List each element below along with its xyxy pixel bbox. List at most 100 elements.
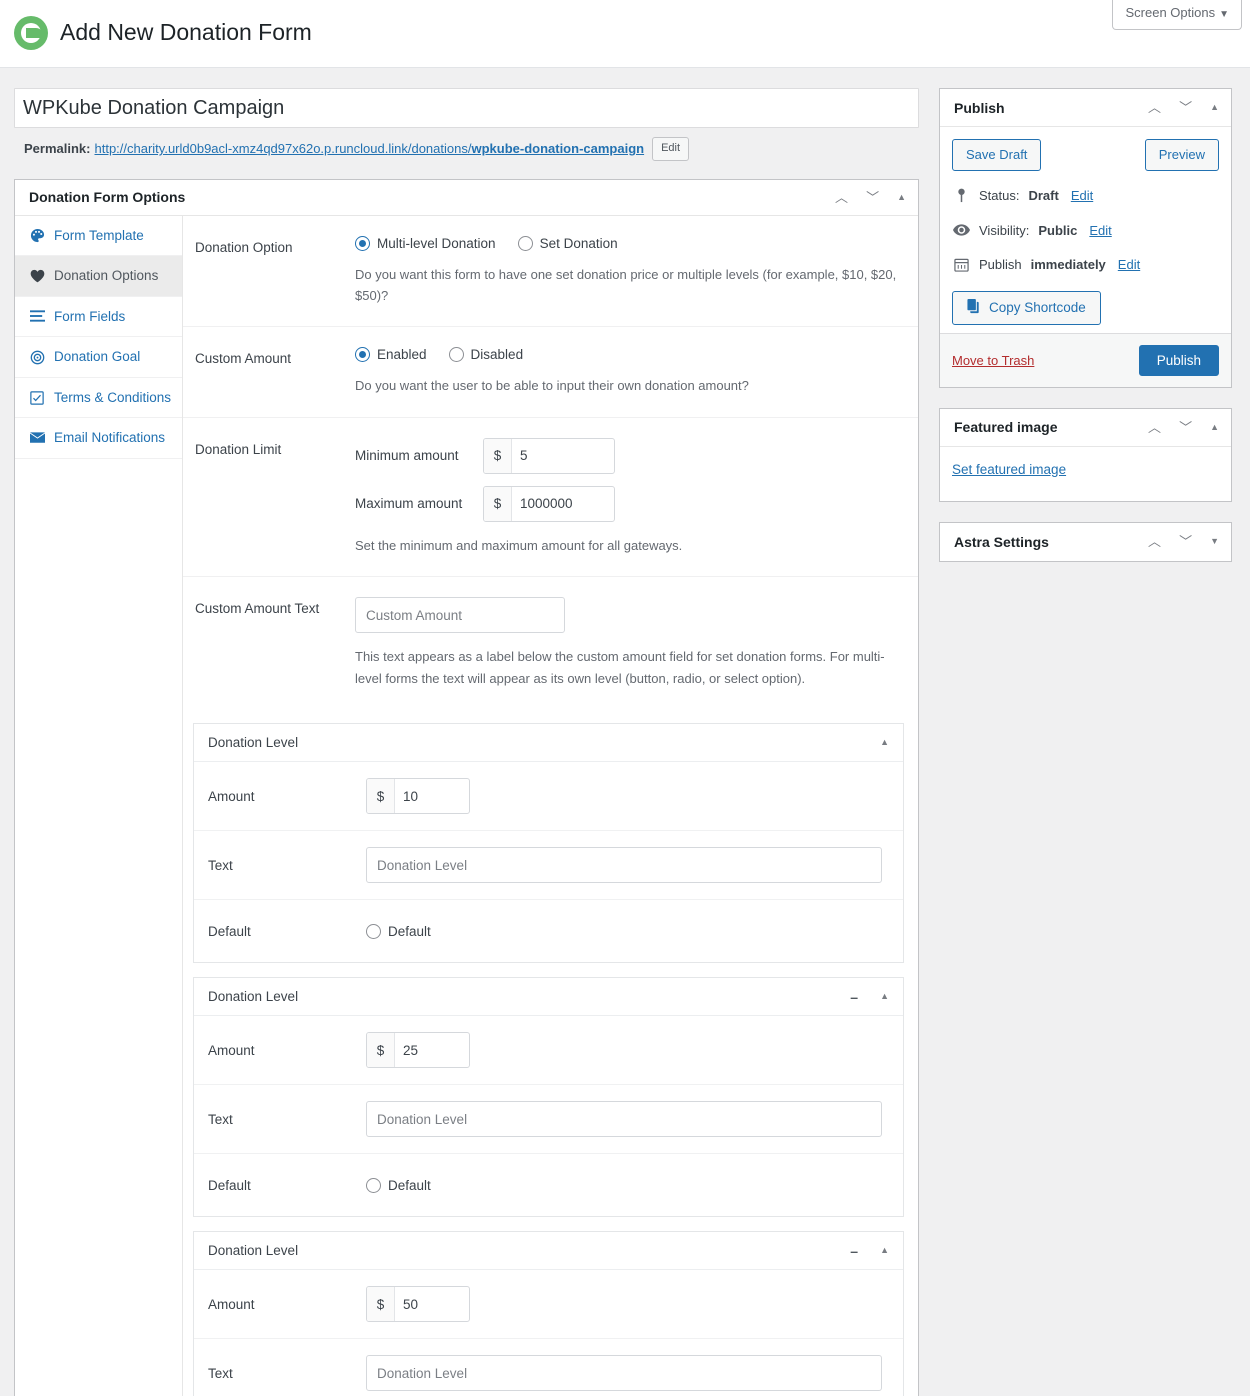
maximum-amount-label: Maximum amount: [355, 496, 463, 512]
edit-permalink-button[interactable]: Edit: [652, 137, 690, 161]
collapse-toggle-icon[interactable]: ▲: [1210, 422, 1219, 432]
level-default-radio[interactable]: Default: [366, 1177, 431, 1193]
level-text-input[interactable]: [366, 847, 882, 884]
collapse-toggle-icon[interactable]: ▲: [880, 992, 889, 1001]
list-icon: [29, 308, 45, 324]
copy-shortcode-label: Copy Shortcode: [989, 300, 1086, 316]
admin-layout: Permalink: http://charity.urld0b9acl-xmz…: [0, 68, 1250, 1396]
save-draft-button[interactable]: Save Draft: [952, 139, 1042, 172]
donation-level-text-row: Text: [194, 1339, 903, 1396]
radio-label: Set Donation: [539, 235, 618, 251]
palette-icon: [29, 227, 45, 243]
sidebar-item-form-fields[interactable]: Form Fields: [15, 297, 182, 338]
level-amount-input[interactable]: [395, 779, 469, 814]
remove-level-icon[interactable]: –: [850, 1244, 858, 1258]
donation-level-amount-row: Amount $: [194, 1270, 903, 1340]
form-options-content: Donation Option Multi-level Donation Set…: [183, 216, 918, 1396]
radio-group-donation-option: Multi-level Donation Set Donation: [355, 235, 900, 251]
level-text-input[interactable]: [366, 1101, 882, 1138]
field-label: Custom Amount Text: [195, 601, 320, 617]
permalink-label: Permalink:: [24, 141, 91, 157]
collapse-toggle-icon[interactable]: ▲: [1210, 103, 1219, 112]
move-down-icon[interactable]: ﹀: [866, 191, 879, 204]
permalink-link[interactable]: http://charity.urld0b9acl-xmz4qd97x62o.p…: [94, 141, 644, 156]
envelope-icon: [29, 430, 45, 446]
level-default-radio[interactable]: Default: [366, 923, 431, 939]
sidebar-item-terms-conditions[interactable]: Terms & Conditions: [15, 378, 182, 419]
maximum-amount-input[interactable]: [512, 486, 614, 521]
edit-status-link[interactable]: Edit: [1071, 186, 1093, 206]
sidebar-item-donation-goal[interactable]: Donation Goal: [15, 337, 182, 378]
sidebar-item-label: Form Fields: [54, 308, 126, 324]
field-control: Minimum amount $ Maximum amount $: [355, 437, 900, 556]
metabox-title: Donation Form Options: [29, 189, 186, 206]
currency-symbol: $: [367, 1033, 395, 1068]
level-text-input[interactable]: [366, 1355, 882, 1392]
move-up-icon[interactable]: ︿: [1148, 421, 1161, 434]
radio-label: Disabled: [470, 347, 524, 363]
move-down-icon[interactable]: ﹀: [1179, 535, 1192, 548]
form-title-input[interactable]: [14, 88, 919, 128]
set-featured-image-link[interactable]: Set featured image: [952, 462, 1066, 477]
field-help-text: Set the minimum and maximum amount for a…: [355, 537, 683, 553]
radio-indicator: [366, 923, 381, 939]
level-amount-field: $: [366, 778, 470, 815]
preview-button[interactable]: Preview: [1144, 139, 1219, 172]
level-amount-input[interactable]: [395, 1287, 469, 1322]
publish-button[interactable]: Publish: [1138, 344, 1219, 376]
featured-image-header: Featured image ︿ ﹀ ▲: [940, 409, 1231, 447]
move-to-trash-link[interactable]: Move to Trash: [952, 353, 1034, 368]
publish-actions-row: Save Draft Preview: [952, 139, 1219, 172]
publish-panel: Publish ︿ ﹀ ▲ Save Draft Preview Status:: [939, 88, 1232, 388]
donation-level-header: Donation Level ▲: [194, 724, 903, 763]
move-up-icon[interactable]: ︿: [1148, 101, 1161, 114]
currency-symbol: $: [484, 438, 512, 473]
radio-set-donation[interactable]: Set Donation: [517, 235, 618, 251]
move-up-icon[interactable]: ︿: [835, 191, 848, 204]
expand-toggle-icon[interactable]: ▼: [1210, 537, 1219, 546]
copy-shortcode-button[interactable]: Copy Shortcode: [952, 290, 1101, 325]
text-label: Text: [208, 1111, 233, 1127]
publish-panel-header: Publish ︿ ﹀ ▲: [940, 89, 1231, 127]
sidebar-column: Publish ︿ ﹀ ▲ Save Draft Preview Status:: [939, 88, 1232, 1396]
sidebar-item-email-notifications[interactable]: Email Notifications: [15, 418, 182, 459]
collapse-toggle-icon[interactable]: ▲: [880, 1246, 889, 1255]
main-column: Permalink: http://charity.urld0b9acl-xmz…: [14, 88, 919, 1396]
donation-level-title: Donation Level: [208, 1243, 299, 1259]
screen-options-label: Screen Options: [1125, 5, 1216, 20]
radio-indicator: [366, 1177, 381, 1193]
publish-panel-controls: ︿ ﹀ ▲: [1148, 101, 1219, 114]
custom-amount-text-input[interactable]: [355, 597, 565, 634]
currency-symbol: $: [484, 486, 512, 521]
collapse-toggle-icon[interactable]: ▲: [897, 192, 906, 202]
sidebar-item-donation-options[interactable]: Donation Options: [15, 256, 182, 297]
field-donation-option: Donation Option Multi-level Donation Set…: [183, 216, 918, 328]
edit-visibility-link[interactable]: Edit: [1089, 221, 1111, 241]
page-header: Add New Donation Form: [0, 0, 1250, 50]
field-control: Enabled Disabled Do you want the user to…: [355, 347, 900, 396]
radio-custom-amount-disabled[interactable]: Disabled: [448, 347, 524, 363]
move-up-icon[interactable]: ︿: [1148, 535, 1161, 548]
default-label: Default: [208, 1177, 251, 1193]
move-down-icon[interactable]: ﹀: [1179, 421, 1192, 434]
maximum-amount-row: Maximum amount $: [355, 485, 900, 522]
visibility-value: Public: [1038, 222, 1078, 238]
edit-publish-date-link[interactable]: Edit: [1118, 255, 1140, 275]
featured-image-controls: ︿ ﹀ ▲: [1148, 421, 1219, 434]
radio-custom-amount-enabled[interactable]: Enabled: [355, 347, 427, 363]
donation-level-title: Donation Level: [208, 735, 299, 751]
minimum-amount-input[interactable]: [512, 438, 614, 473]
sidebar-item-form-template[interactable]: Form Template: [15, 216, 182, 257]
radio-label: Default: [388, 1177, 431, 1193]
target-icon: [29, 349, 45, 365]
calendar-icon: [952, 257, 970, 273]
donation-level-header: Donation Level – ▲: [194, 978, 903, 1017]
level-amount-input[interactable]: [395, 1033, 469, 1068]
field-custom-amount: Custom Amount Enabled Disabled Do you wa…: [183, 327, 918, 418]
remove-level-icon[interactable]: –: [850, 990, 858, 1004]
radio-multi-level-donation[interactable]: Multi-level Donation: [355, 235, 496, 251]
screen-options-button[interactable]: Screen Options ▼: [1112, 0, 1242, 30]
collapse-toggle-icon[interactable]: ▲: [880, 738, 889, 747]
field-help-text: Do you want the user to be able to input…: [355, 378, 749, 394]
move-down-icon[interactable]: ﹀: [1179, 101, 1192, 114]
